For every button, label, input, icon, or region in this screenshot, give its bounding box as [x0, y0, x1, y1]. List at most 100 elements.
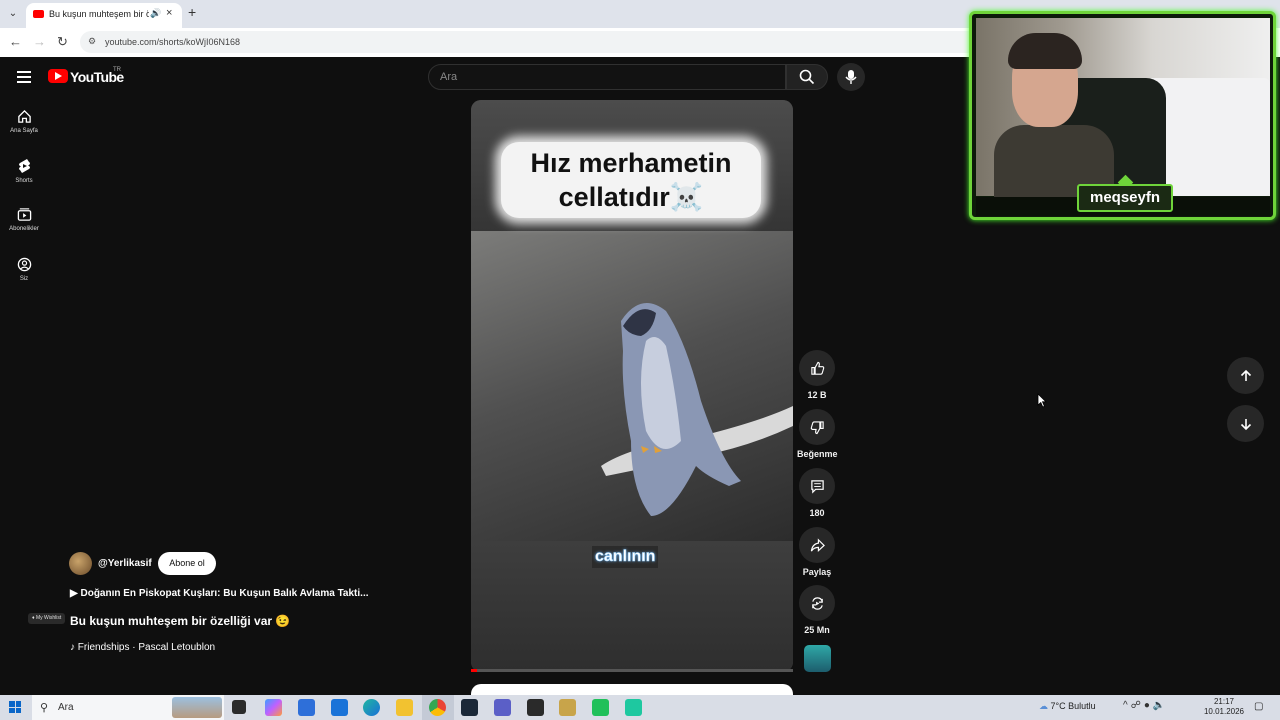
site-info-icon[interactable]: ⚙: [88, 36, 98, 46]
taskbar-search-icon: ⚲: [40, 702, 49, 714]
sidebar-item-you[interactable]: Siz: [0, 257, 48, 282]
mouse-cursor-icon: [1037, 393, 1047, 408]
system-tray[interactable]: ^☍●🔈: [1123, 700, 1168, 711]
taskbar-search-input[interactable]: ⚲ Ara: [32, 695, 224, 720]
dislike-button[interactable]: [799, 409, 835, 445]
like-action[interactable]: 12 B: [797, 350, 837, 400]
sound-thumbnail[interactable]: [804, 645, 831, 672]
file-explorer-icon[interactable]: [396, 699, 413, 716]
comments-button[interactable]: [799, 468, 835, 504]
video-progress-fill: [471, 669, 478, 672]
sidebar-item-subscriptions[interactable]: Abonelikler: [0, 207, 48, 232]
streamer-name: meqseyfn: [1077, 184, 1173, 212]
share-icon: [810, 537, 825, 552]
like-count: 12 B: [807, 390, 827, 400]
video-caption-top: Hız merhametin cellatıdır☠️: [501, 142, 761, 218]
clock-time: 21:17: [1213, 697, 1235, 706]
weather-widget[interactable]: ☁ 7°C Bulutlu: [1039, 701, 1096, 712]
taskbar-search-placeholder: Ara: [58, 702, 74, 713]
league-of-legends-icon[interactable]: [559, 699, 576, 716]
sidebar-label-shorts: Shorts: [15, 178, 33, 184]
tab-title: Bu kuşun muhteşem bir özelliği var: [49, 9, 149, 19]
voice-search-button[interactable]: [837, 63, 865, 91]
notification-icon[interactable]: ▢: [1254, 701, 1263, 712]
new-tab-button[interactable]: +: [188, 4, 196, 20]
search-highlight-art: [172, 697, 222, 718]
green-app-icon[interactable]: [592, 699, 609, 716]
task-view-icon[interactable]: [232, 700, 246, 714]
falcon-image: [601, 303, 793, 516]
wishlist-badge: ♦ My Wishlist: [28, 613, 66, 624]
like-button[interactable]: [799, 350, 835, 386]
remix-button[interactable]: [799, 585, 835, 621]
sidebar-label-you: Siz: [19, 276, 29, 282]
windows-start-icon[interactable]: [9, 701, 21, 713]
playlist-link[interactable]: ▶ Doğanın En Piskopat Kuşları: Bu Kuşun …: [70, 588, 369, 599]
next-short-button[interactable]: [1227, 405, 1264, 442]
microphone-tray-icon[interactable]: ●: [1144, 700, 1153, 711]
youtube-logo-icon[interactable]: [48, 69, 68, 83]
url-text: youtube.com/shorts/koWjI06N168: [105, 37, 241, 47]
store-icon[interactable]: [298, 699, 315, 716]
taskbar-clock[interactable]: 21:17 10.01.2026: [1200, 697, 1248, 717]
falcon-video-frame: [471, 231, 793, 541]
thumbs-down-icon: [810, 420, 824, 434]
shorts-video-player[interactable]: Hız merhametin cellatıdır☠️ canlının: [471, 100, 793, 672]
video-caption-subtitle: canlının: [592, 546, 659, 568]
previous-short-button[interactable]: [1227, 357, 1264, 394]
youtube-favicon-icon: [33, 10, 44, 18]
remix-count: 25 Mn: [804, 625, 830, 635]
weather-text: 7°C Bulutlu: [1050, 701, 1096, 711]
share-action[interactable]: Paylaş: [797, 527, 837, 577]
channel-avatar[interactable]: [69, 552, 92, 575]
microphone-icon: [845, 70, 857, 84]
network-icon[interactable]: ☍: [1131, 700, 1144, 711]
tab-close-icon[interactable]: ×: [166, 7, 172, 19]
browser-tab-active[interactable]: Bu kuşun muhteşem bir özelliği var 🔊 ×: [26, 3, 182, 28]
dislike-action[interactable]: Beğenme: [797, 409, 838, 459]
chrome-icon[interactable]: [429, 699, 446, 716]
video-progress-bar[interactable]: [471, 669, 793, 672]
search-placeholder: Ara: [440, 71, 458, 83]
search-input[interactable]: Ara: [428, 64, 786, 90]
video-title: Bu kuşun muhteşem bir özelliği var 😉: [70, 614, 291, 628]
reload-icon[interactable]: ↻: [57, 34, 68, 50]
country-code: TR: [113, 67, 121, 73]
arrow-up-icon: [1240, 369, 1251, 381]
next-short-preview[interactable]: [471, 684, 793, 695]
edge-icon[interactable]: [363, 699, 380, 716]
sidebar-item-home[interactable]: Ana Sayfa: [0, 109, 48, 134]
sidebar-label-home: Ana Sayfa: [10, 128, 38, 134]
steam-icon[interactable]: [461, 699, 478, 716]
epic-games-icon[interactable]: [527, 699, 544, 716]
back-arrow-icon[interactable]: ←: [9, 34, 22, 49]
wishlist-label: My Wishlist: [35, 615, 62, 621]
tray-chevron-icon[interactable]: ^: [1123, 700, 1131, 711]
screen: ⌄ Bu kuşun muhteşem bir özelliği var 🔊 ×…: [0, 0, 1280, 720]
volume-icon[interactable]: 🔈: [1153, 700, 1168, 711]
dislike-label: Beğenme: [797, 449, 838, 459]
subscribe-button[interactable]: Abone ol: [158, 552, 216, 575]
sidebar-item-shorts[interactable]: Shorts: [0, 158, 48, 184]
subscriptions-icon: [17, 208, 31, 221]
discord-icon[interactable]: [625, 699, 642, 716]
webcam-feed: [976, 18, 1270, 205]
tab-audio-icon[interactable]: 🔊: [150, 8, 161, 19]
copilot-icon[interactable]: [265, 699, 282, 716]
mail-icon[interactable]: [331, 699, 348, 716]
clock-date: 10.01.2026: [1203, 707, 1245, 716]
menu-icon[interactable]: [17, 71, 31, 83]
remix-action[interactable]: 25 Mn: [797, 585, 837, 635]
forward-arrow-icon[interactable]: →: [33, 34, 46, 49]
sound-link[interactable]: ♪ Friendships · Pascal Letoublon: [70, 642, 215, 653]
playlist-title: Doğanın En Piskopat Kuşları: Bu Kuşun Ba…: [80, 588, 369, 599]
tab-search-chevron-icon[interactable]: ⌄: [5, 6, 21, 22]
comments-action[interactable]: 180: [797, 468, 837, 518]
address-bar[interactable]: ⚙ youtube.com/shorts/koWjI06N168: [80, 31, 980, 53]
share-button[interactable]: [799, 527, 835, 563]
teams-icon[interactable]: [494, 699, 511, 716]
comment-count: 180: [809, 508, 825, 518]
channel-name[interactable]: @Yerlikasif: [98, 558, 152, 569]
search-icon: [799, 69, 815, 85]
search-button[interactable]: [786, 64, 828, 90]
